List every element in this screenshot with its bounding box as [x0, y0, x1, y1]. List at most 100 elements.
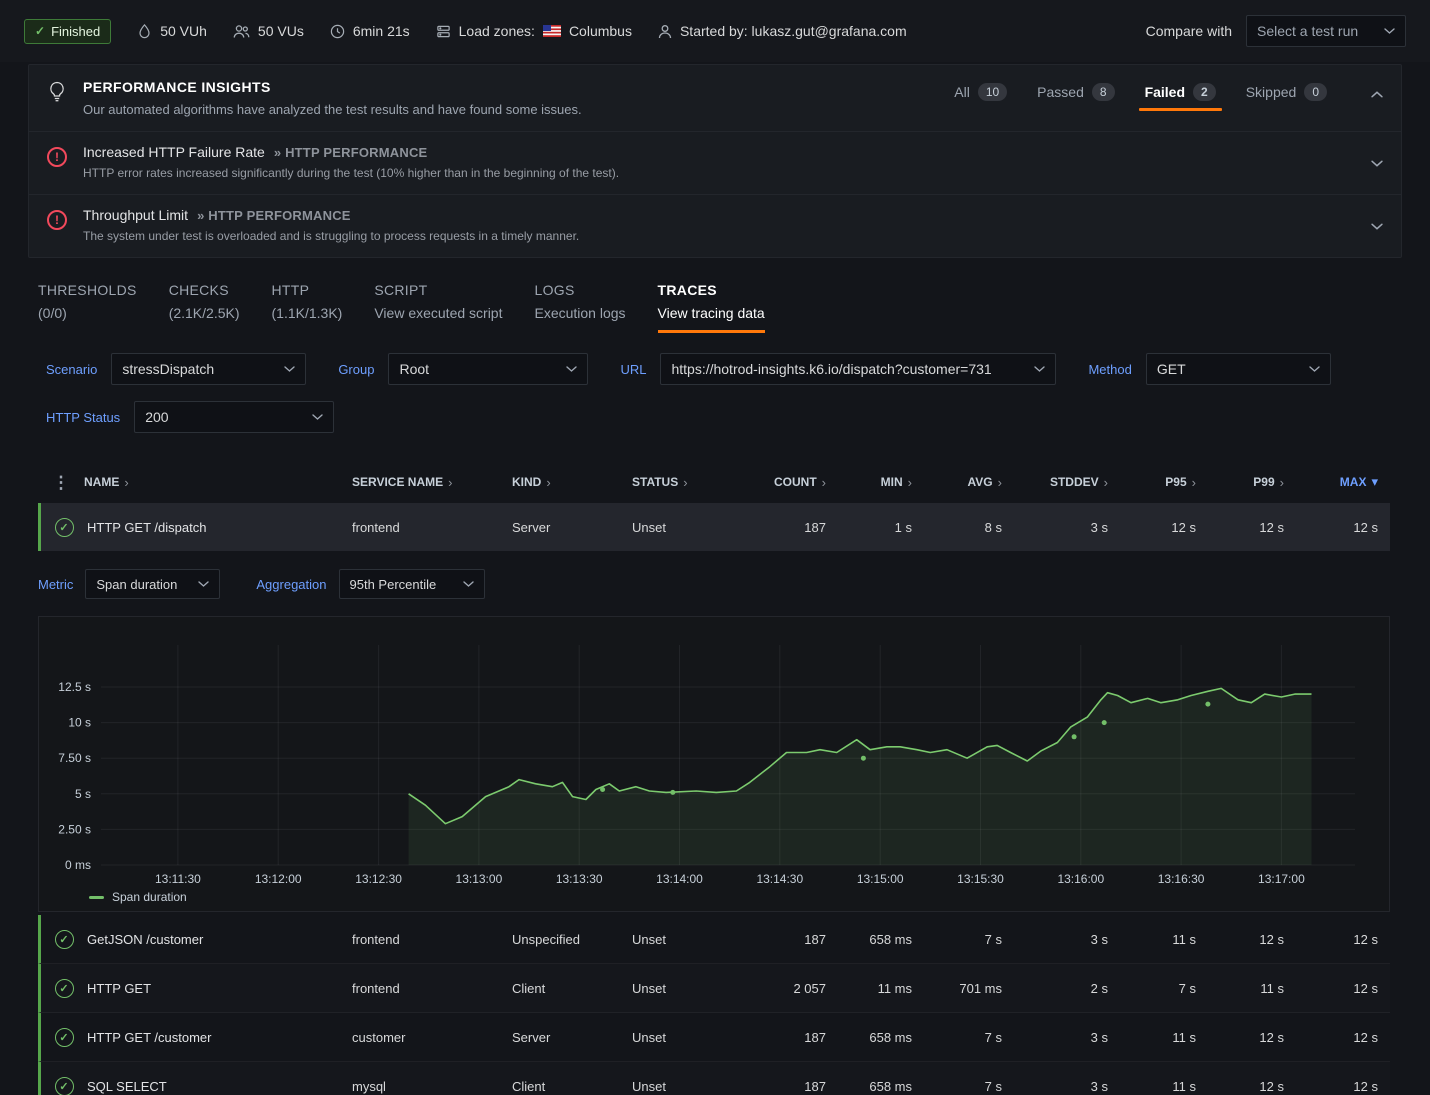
chevron-right-icon: ›	[998, 475, 1002, 490]
metric-label: Metric	[38, 577, 73, 592]
chevron-down-icon	[1309, 366, 1320, 372]
cell-max: 12 s	[1296, 981, 1390, 996]
clock-icon	[330, 24, 345, 39]
tab-http[interactable]: HTTP (1.1K/1.3K)	[272, 282, 343, 333]
column-header-p99[interactable]: P99›	[1208, 475, 1296, 490]
status-badge: ✓ Finished	[24, 19, 111, 44]
stat-duration: 6min 21s	[330, 23, 410, 39]
column-header-count[interactable]: COUNT›	[750, 475, 838, 490]
chevron-right-icon: ›	[124, 475, 128, 490]
alert-circle-icon: !	[47, 147, 67, 167]
expand-insight-button[interactable]	[1371, 217, 1383, 233]
cell-p95: 11 s	[1120, 1030, 1208, 1045]
cell-min: 11 ms	[838, 981, 924, 996]
cell-name: GetJSON /customer	[87, 932, 352, 947]
cell-p99: 12 s	[1208, 1030, 1296, 1045]
cell-count: 187	[750, 932, 838, 947]
chevron-down-icon	[312, 414, 323, 420]
cell-stddev: 2 s	[1014, 981, 1120, 996]
droplet-icon	[137, 23, 152, 39]
cell-kind: Server	[512, 520, 632, 535]
users-icon	[233, 24, 250, 39]
table-row[interactable]: ✓SQL SELECTmysqlClientUnset187658 ms7 s3…	[38, 1062, 1390, 1095]
compare-test-run-select[interactable]: Select a test run	[1246, 15, 1406, 47]
status-badge-label: Finished	[51, 24, 100, 39]
cell-max: 12 s	[1296, 1030, 1390, 1045]
scenario-label: Scenario	[46, 362, 97, 377]
tab-traces[interactable]: TRACES View tracing data	[658, 282, 765, 333]
stat-load-zones: Load zones: Columbus	[436, 23, 632, 39]
method-select[interactable]: GET	[1146, 353, 1331, 385]
column-header-status[interactable]: STATUS›	[632, 475, 750, 490]
table-row[interactable]: ✓HTTP GETfrontendClientUnset2 05711 ms70…	[38, 964, 1390, 1013]
column-header-max[interactable]: MAX▾	[1296, 474, 1390, 490]
metric-select[interactable]: Span duration	[85, 569, 220, 599]
expand-insight-button[interactable]	[1371, 154, 1383, 170]
cell-stddev: 3 s	[1014, 932, 1120, 947]
chevron-down-icon	[463, 581, 474, 587]
row-status-ok-icon: ✓	[41, 518, 87, 537]
insights-filter-all[interactable]: All 10	[954, 83, 1007, 117]
column-header-name[interactable]: NAME›	[84, 475, 352, 490]
http-status-select[interactable]: 200	[134, 401, 334, 433]
tab-logs[interactable]: LOGS Execution logs	[534, 282, 625, 333]
insight-description: HTTP error rates increased significantly…	[83, 166, 619, 180]
svg-text:13:15:30: 13:15:30	[957, 872, 1004, 886]
collapse-insights-button[interactable]	[1371, 79, 1383, 101]
insights-filter-failed[interactable]: Failed 2	[1145, 83, 1216, 117]
stat-duration-label: 6min 21s	[353, 23, 410, 39]
http-status-label: HTTP Status	[46, 410, 120, 425]
legend-span-duration[interactable]: Span duration	[89, 890, 187, 904]
table-row[interactable]: ✓GetJSON /customerfrontendUnspecifiedUns…	[38, 915, 1390, 964]
column-header-kind[interactable]: KIND›	[512, 475, 632, 490]
scenario-select[interactable]: stressDispatch	[111, 353, 306, 385]
aggregation-select[interactable]: 95th Percentile	[339, 569, 485, 599]
stat-vus: 50 VUs	[233, 23, 304, 39]
cell-name: HTTP GET /customer	[87, 1030, 352, 1045]
cell-stddev: 3 s	[1014, 1079, 1120, 1094]
spans-table-selected: ✓HTTP GET /dispatchfrontendServerUnset18…	[38, 503, 1390, 551]
chevron-right-icon: ›	[683, 475, 687, 490]
chevron-down-icon	[1371, 223, 1383, 230]
svg-text:7.50 s: 7.50 s	[58, 751, 91, 765]
cell-p99: 12 s	[1208, 1079, 1296, 1094]
legend-line-marker	[89, 896, 104, 899]
column-header-min[interactable]: MIN›	[838, 475, 924, 490]
kebab-menu-icon[interactable]: ⋮	[53, 474, 70, 491]
tab-thresholds[interactable]: THRESHOLDS (0/0)	[38, 282, 137, 333]
insight-row-throughput-limit[interactable]: ! Throughput Limit » HTTP PERFORMANCE Th…	[29, 194, 1401, 257]
chevron-right-icon: ›	[822, 475, 826, 490]
tab-script[interactable]: SCRIPT View executed script	[374, 282, 502, 333]
tab-checks[interactable]: CHECKS (2.1K/2.5K)	[169, 282, 240, 333]
cell-min: 658 ms	[838, 1079, 924, 1094]
insights-filter-passed[interactable]: Passed 8	[1037, 83, 1114, 117]
svg-text:13:17:00: 13:17:00	[1258, 872, 1305, 886]
column-header-p95[interactable]: P95›	[1120, 475, 1208, 490]
table-row-selected[interactable]: ✓HTTP GET /dispatchfrontendServerUnset18…	[38, 503, 1390, 551]
cell-service: mysql	[352, 1079, 512, 1094]
cell-max: 12 s	[1296, 520, 1390, 535]
chevron-down-icon	[1384, 28, 1395, 34]
cell-stddev: 3 s	[1014, 520, 1120, 535]
column-header-service-name[interactable]: SERVICE NAME›	[352, 475, 512, 490]
metric-controls: Metric Span duration Aggregation 95th Pe…	[38, 569, 1390, 599]
lightbulb-icon	[47, 81, 67, 102]
row-status-ok-icon: ✓	[41, 1028, 87, 1047]
load-zone-city: Columbus	[569, 23, 632, 39]
insight-title: Increased HTTP Failure Rate	[83, 144, 265, 160]
group-select[interactable]: Root	[388, 353, 588, 385]
url-select[interactable]: https://hotrod-insights.k6.io/dispatch?c…	[660, 353, 1056, 385]
insight-row-http-failure-rate[interactable]: ! Increased HTTP Failure Rate » HTTP PER…	[29, 131, 1401, 194]
count-badge: 0	[1304, 83, 1327, 101]
table-row[interactable]: ✓HTTP GET /customercustomerServerUnset18…	[38, 1013, 1390, 1062]
cell-kind: Unspecified	[512, 932, 632, 947]
chevron-right-icon: ›	[1192, 475, 1196, 490]
server-icon	[436, 24, 451, 39]
column-header-avg[interactable]: AVG›	[924, 475, 1014, 490]
chevron-right-icon: ›	[908, 475, 912, 490]
cell-count: 2 057	[750, 981, 838, 996]
column-header-stddev[interactable]: STDDEV›	[1014, 475, 1120, 490]
count-badge: 2	[1193, 83, 1216, 101]
insights-filter-skipped[interactable]: Skipped 0	[1246, 83, 1327, 117]
cell-max: 12 s	[1296, 1079, 1390, 1094]
